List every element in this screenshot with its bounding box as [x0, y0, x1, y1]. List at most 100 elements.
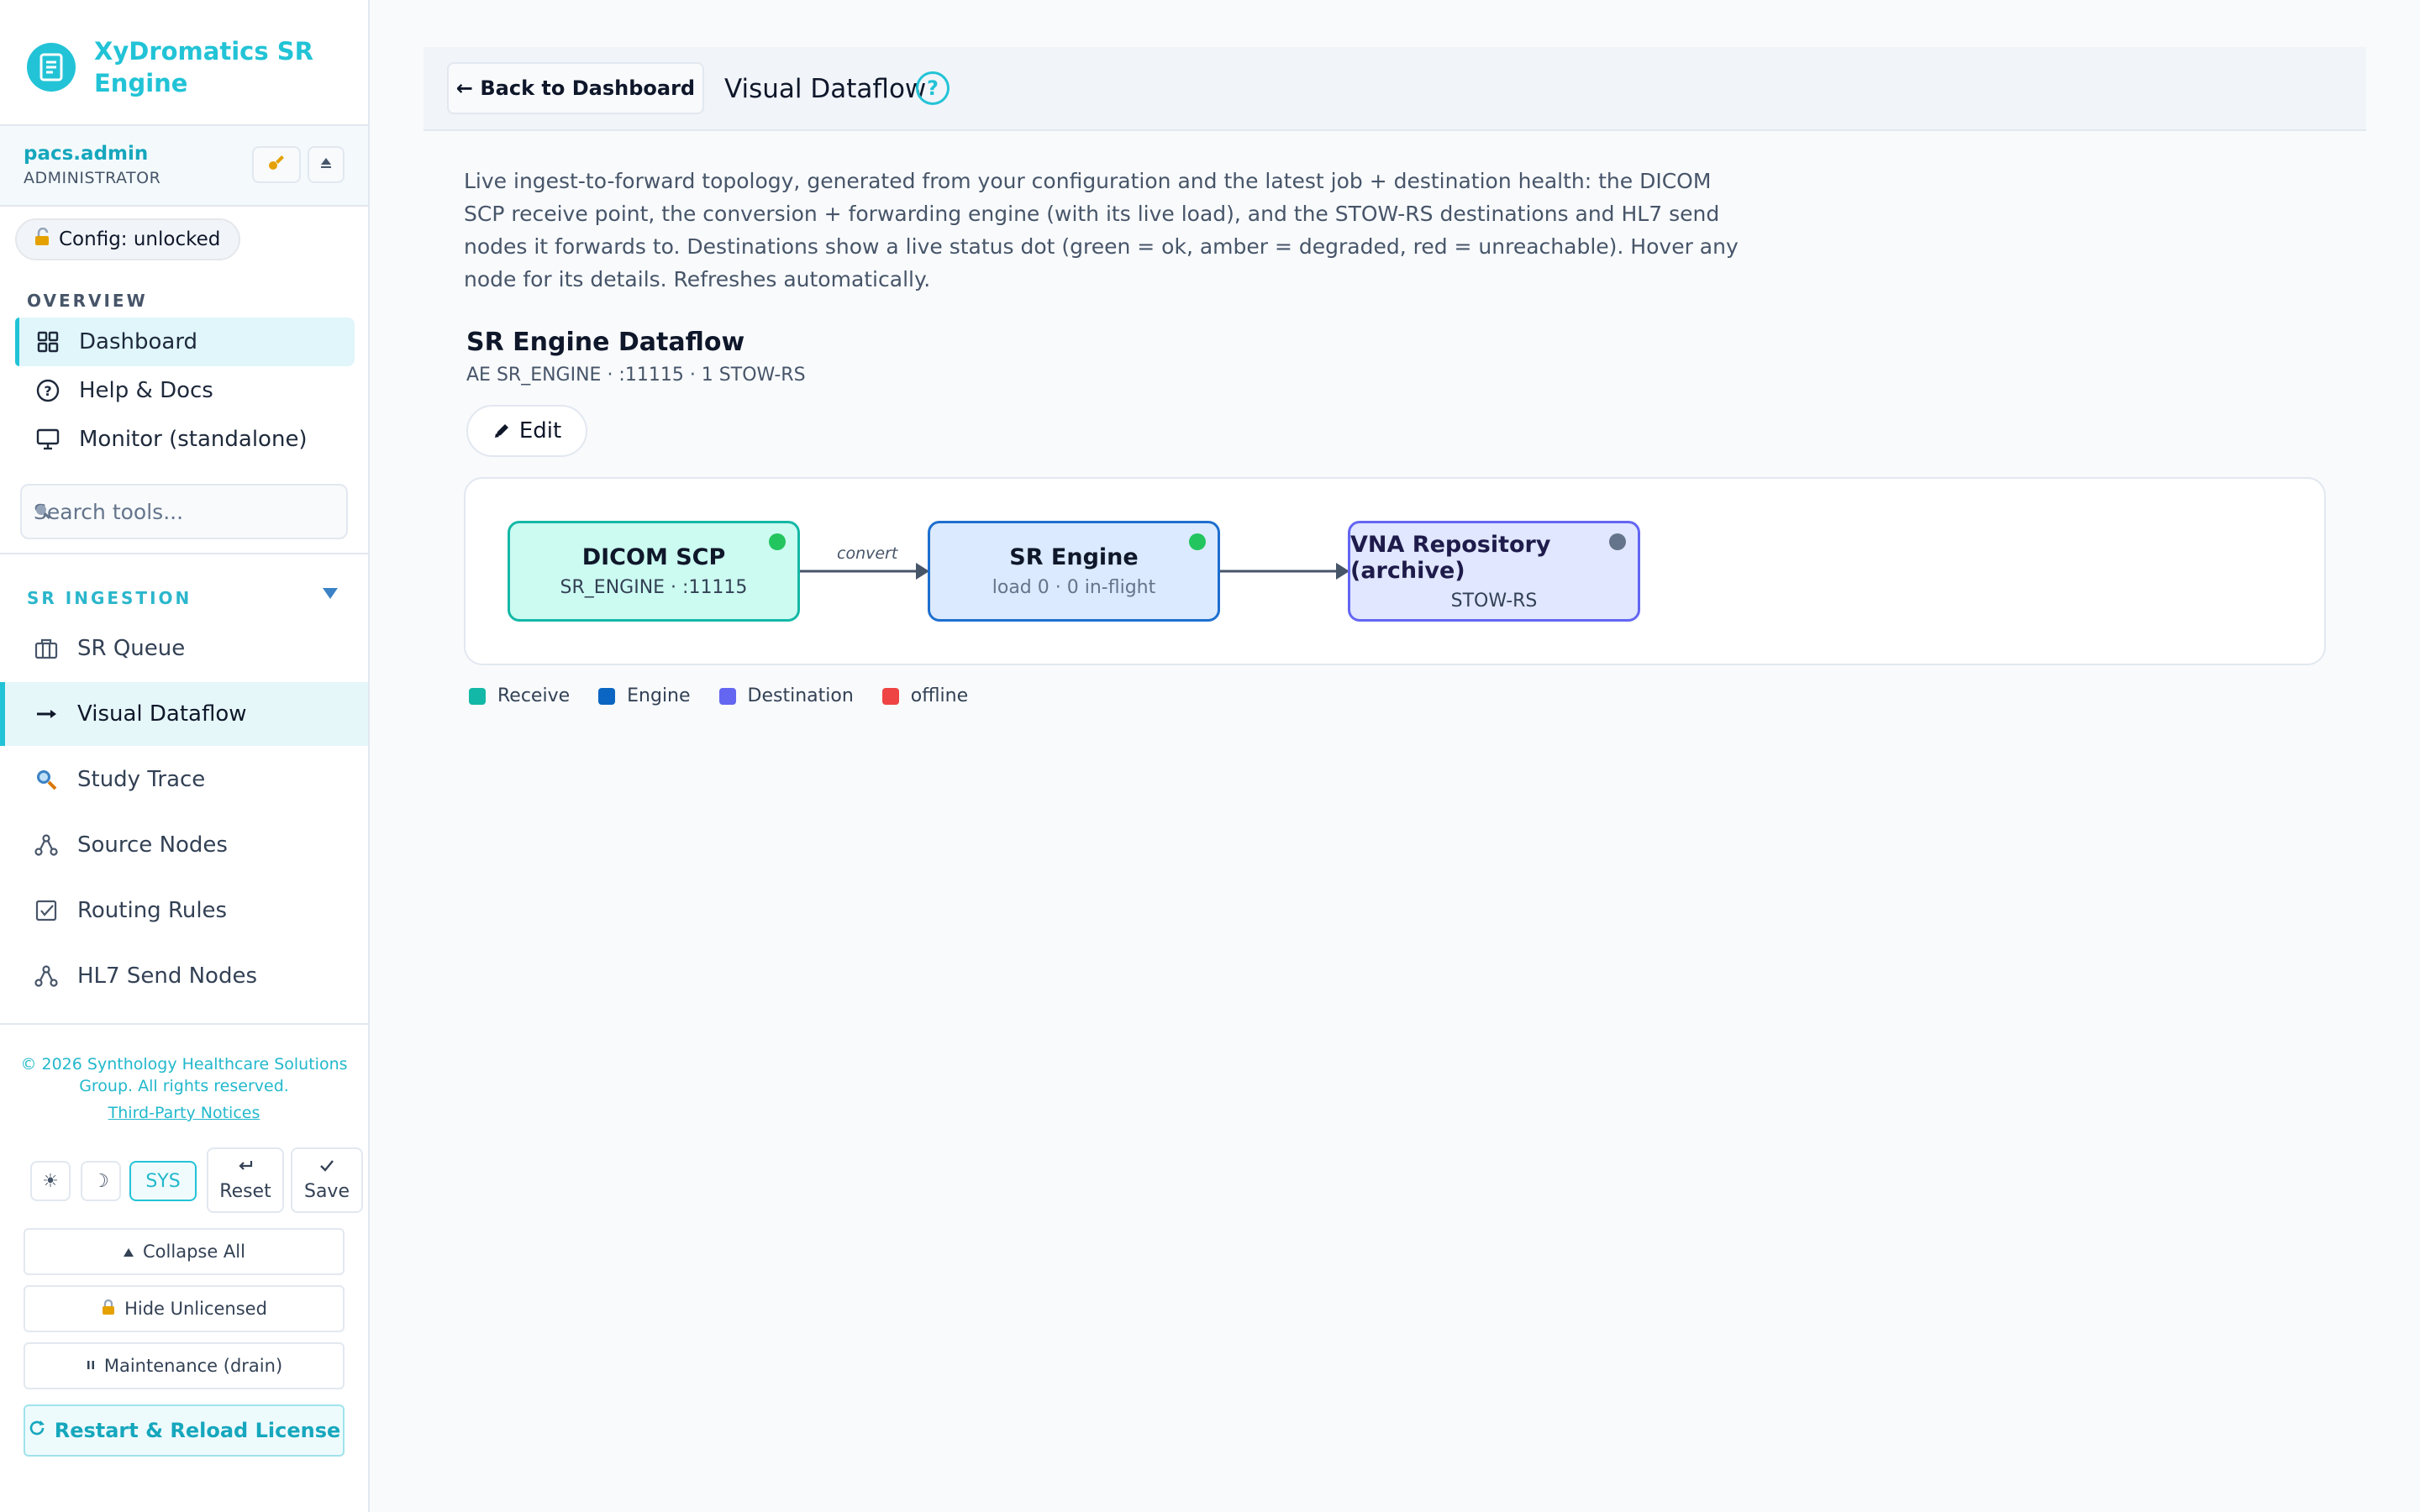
edit-button[interactable]: Edit — [466, 405, 587, 457]
nav-dashboard-label: Dashboard — [79, 329, 198, 354]
undo-icon — [236, 1157, 255, 1180]
change-password-button[interactable] — [252, 146, 301, 183]
eject-icon — [319, 156, 333, 173]
dataflow-legend: Receive Engine Destination offline — [469, 685, 997, 706]
maintenance-label: Maintenance (drain) — [103, 1356, 283, 1376]
nav-hl7-send-nodes-label: HL7 Send Nodes — [77, 963, 257, 989]
legend-swatch — [718, 687, 736, 705]
page-description: Live ingest-to-forward topology, generat… — [464, 169, 1739, 291]
legend-item-engine: Engine — [598, 685, 691, 706]
divider — [0, 205, 368, 207]
node-title: VNA Repository (archive) — [1350, 531, 1551, 584]
nav-routing-rules-label: Routing Rules — [77, 898, 228, 923]
node-title: SR Engine — [1009, 544, 1139, 570]
status-dot — [769, 533, 786, 550]
config-status-label: Config: unlocked — [59, 228, 221, 250]
page-title: Visual Dataflow — [724, 74, 927, 104]
unlock-icon — [34, 227, 50, 251]
node-dicom-scp[interactable]: DICOM SCP SR_ENGINE · :11115 — [508, 521, 800, 622]
briefcase-icon — [34, 636, 59, 661]
reset-label: Reset — [219, 1181, 271, 1202]
dataflow-title: SR Engine Dataflow — [466, 328, 745, 357]
back-label: ← Back to Dashboard — [455, 76, 696, 100]
nav-hl7-send-nodes[interactable]: HL7 Send Nodes — [0, 944, 368, 1008]
nav-sr-queue[interactable]: SR Queue — [0, 617, 368, 680]
legend-label: Destination — [747, 685, 854, 706]
svg-text:?: ? — [44, 383, 51, 399]
legend-swatch — [469, 687, 486, 705]
user-role: ADMINISTRATOR — [24, 169, 161, 187]
nav-source-nodes[interactable]: Source Nodes — [0, 813, 368, 877]
overview-section-label: OVERVIEW — [27, 291, 148, 311]
checkbox-icon — [34, 898, 59, 923]
theme-system-label: SYS — [145, 1170, 181, 1192]
copyright-text: © 2026 Synthology Healthcare Solutions G… — [20, 1055, 348, 1095]
save-label: Save — [303, 1181, 350, 1202]
key-icon — [266, 153, 287, 176]
third-party-notices-link[interactable]: Third-Party Notices — [0, 1104, 368, 1122]
help-glyph: ? — [927, 76, 939, 100]
sidebar: XyDromatics SR Engine pacs.admin ADMINIS… — [0, 0, 370, 1512]
legend-label: Engine — [627, 685, 691, 706]
reset-button[interactable]: Reset — [207, 1147, 284, 1213]
chevron-down-icon[interactable] — [323, 588, 338, 599]
node-vna-repository[interactable]: VNA Repository (archive) STOW-RS — [1348, 521, 1640, 622]
legend-label: offline — [910, 685, 969, 706]
back-to-dashboard-button[interactable]: ← Back to Dashboard — [447, 62, 704, 114]
legend-item-destination: Destination — [718, 685, 854, 706]
moon-icon: ☽ — [92, 1170, 109, 1192]
nav-monitor-label: Monitor (standalone) — [79, 427, 308, 452]
node-subtitle: STOW-RS — [1450, 590, 1538, 612]
save-button[interactable]: Save — [291, 1147, 363, 1213]
status-dot — [1609, 533, 1626, 550]
help-circle-icon: ? — [35, 378, 60, 403]
magnifier-icon — [34, 767, 59, 792]
config-status-badge[interactable]: Config: unlocked — [15, 218, 240, 260]
nav-visual-dataflow[interactable]: Visual Dataflow — [0, 682, 368, 746]
monitor-icon — [35, 427, 60, 452]
page-header — [424, 47, 2366, 131]
search-icon — [34, 502, 52, 524]
legend-swatch — [881, 687, 899, 705]
nav-sr-queue-label: SR Queue — [77, 636, 186, 661]
nav-source-nodes-label: Source Nodes — [77, 832, 228, 858]
brand-title: XyDromatics SR Engine — [94, 37, 313, 97]
maintenance-button[interactable]: Maintenance (drain) — [24, 1342, 345, 1389]
nav-study-trace-label: Study Trace — [77, 767, 206, 792]
refresh-icon — [28, 1419, 46, 1442]
search-input[interactable] — [34, 499, 319, 524]
network-icon — [34, 832, 59, 858]
triangle-up-icon — [123, 1242, 134, 1262]
restart-label: Restart & Reload License — [54, 1419, 341, 1442]
nav-study-trace[interactable]: Study Trace — [0, 748, 368, 811]
brand[interactable]: XyDromatics SR Engine — [27, 34, 355, 101]
collapse-all-label: Collapse All — [143, 1242, 245, 1262]
nav-routing-rules[interactable]: Routing Rules — [0, 879, 368, 942]
pencil-icon — [492, 422, 511, 440]
sr-ingestion-section-label[interactable]: SR INGESTION — [27, 588, 192, 608]
hide-unlicensed-button[interactable]: Hide Unlicensed — [24, 1285, 345, 1332]
sun-icon: ☀ — [42, 1170, 59, 1192]
nav-monitor[interactable]: Monitor (standalone) — [15, 415, 355, 464]
hide-unlicensed-label: Hide Unlicensed — [124, 1299, 267, 1319]
nav-help-docs[interactable]: ? Help & Docs — [15, 366, 355, 415]
collapse-all-button[interactable]: Collapse All — [24, 1228, 345, 1275]
legend-item-receive: Receive — [469, 685, 570, 706]
theme-light-button[interactable]: ☀ — [30, 1161, 71, 1201]
theme-system-button[interactable]: SYS — [129, 1161, 197, 1201]
help-icon[interactable]: ? — [916, 71, 950, 105]
node-sr-engine[interactable]: SR Engine load 0 · 0 in-flight — [928, 521, 1220, 622]
nav-visual-dataflow-label: Visual Dataflow — [77, 701, 247, 727]
grid-icon — [35, 329, 60, 354]
nav-dashboard[interactable]: Dashboard — [15, 318, 355, 366]
edge-label-convert: convert — [837, 544, 898, 563]
divider — [0, 553, 368, 554]
divider — [0, 1023, 368, 1025]
node-subtitle: load 0 · 0 in-flight — [992, 577, 1156, 598]
nav-help-docs-label: Help & Docs — [79, 378, 213, 403]
theme-dark-button[interactable]: ☽ — [81, 1161, 121, 1201]
restart-reload-license-button[interactable]: Restart & Reload License — [24, 1404, 345, 1457]
tool-search[interactable] — [20, 484, 348, 539]
logout-button[interactable] — [308, 146, 345, 183]
node-title: DICOM SCP — [581, 544, 726, 570]
